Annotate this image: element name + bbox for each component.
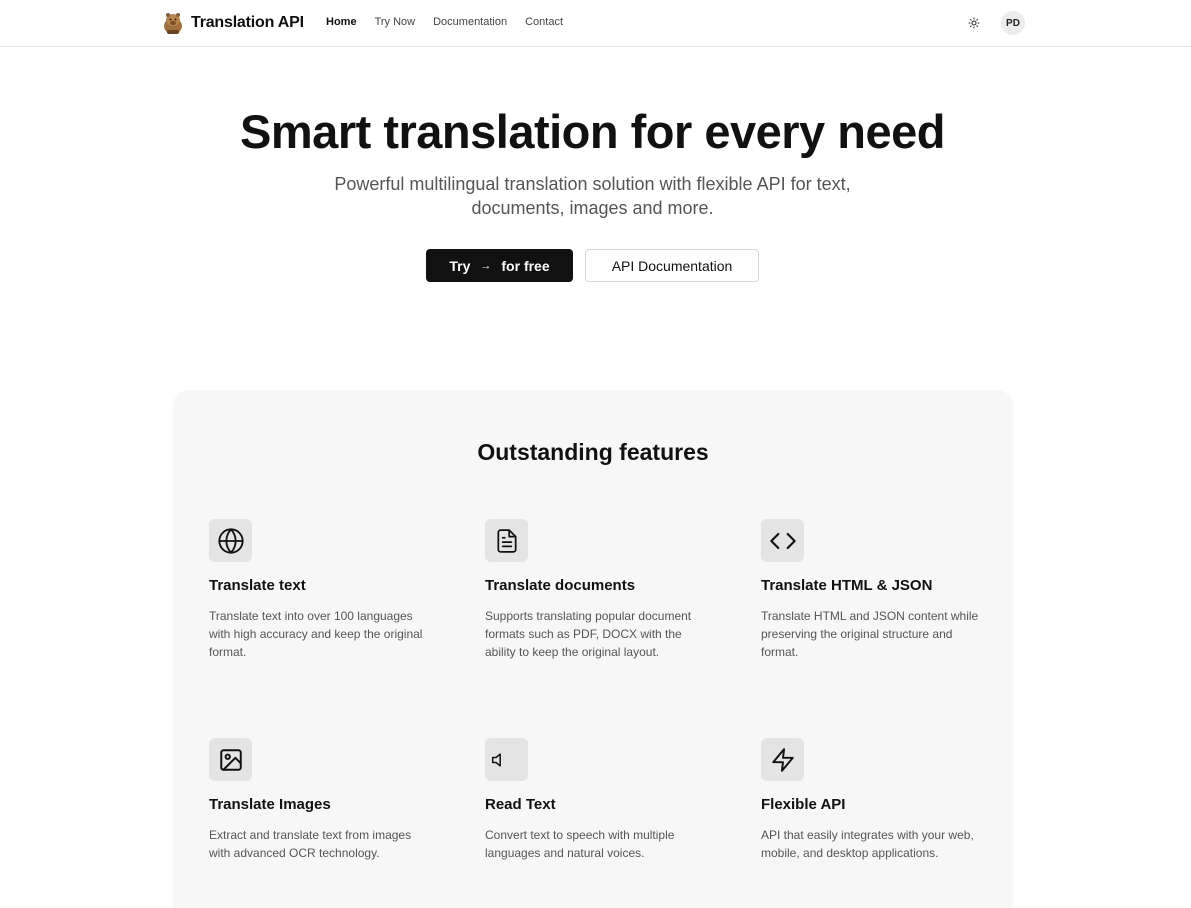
code-icon (761, 519, 804, 562)
try-label: Try (449, 257, 471, 274)
feature-title: Translate documents (485, 577, 636, 594)
lightning-icon (761, 738, 804, 781)
capybara-logo-icon[interactable] (162, 11, 184, 35)
feature-description: Convert text to speech with multiple lan… (485, 828, 675, 860)
feature-title: Read Text (485, 796, 556, 813)
top-navbar: Translation API Home Try Now Documentati… (0, 0, 1191, 47)
globe-icon (209, 519, 252, 562)
feature-description: Translate text into over 100 languages w… (209, 609, 423, 659)
try-for-free-button[interactable]: Try → for free (426, 249, 573, 282)
feature-title: Translate HTML & JSON (761, 577, 933, 594)
feature-card-flexible-api: Flexible API API that easily integrates … (761, 738, 986, 862)
feature-card-translate-documents: Translate documents Supports translating… (485, 519, 710, 661)
api-documentation-button[interactable]: API Documentation (585, 249, 759, 282)
feature-card-translate-text: Translate text Translate text into over … (209, 519, 434, 661)
feature-description: API that easily integrates with your web… (761, 828, 974, 860)
arrow-right-icon: → (480, 259, 492, 272)
feature-card-read-text: Read Text Convert text to speech with mu… (485, 738, 710, 862)
feature-title: Translate text (209, 577, 306, 594)
nav-try-now[interactable]: Try Now (375, 16, 416, 28)
features-title: Outstanding features (477, 439, 709, 465)
image-icon (209, 738, 252, 781)
hero-subtitle: Powerful multilingual translation soluti… (334, 174, 851, 218)
document-icon (485, 519, 528, 562)
feature-description: Translate HTML and JSON content while pr… (761, 609, 979, 659)
feature-card-translate-images: Translate Images Extract and translate t… (209, 738, 434, 862)
user-avatar[interactable]: PD (1001, 11, 1025, 35)
nav-contact[interactable]: Contact (525, 16, 563, 28)
features-panel: Outstanding features Translate text Tran… (173, 390, 1013, 908)
speaker-icon (485, 738, 528, 781)
feature-description: Supports translating popular document fo… (485, 609, 692, 659)
nav-home[interactable]: Home (326, 16, 357, 28)
feature-description: Extract and translate text from images w… (209, 828, 412, 860)
feature-title: Translate Images (209, 796, 331, 813)
sun-icon (968, 17, 980, 29)
nav-documentation[interactable]: Documentation (433, 16, 507, 28)
feature-card-translate-html-json: Translate HTML & JSON Translate HTML and… (761, 519, 986, 661)
main-nav: Home Try Now Documentation Contact (326, 16, 581, 28)
feature-title: Flexible API (761, 796, 846, 813)
for-free-label: for free (501, 257, 550, 274)
brand-name[interactable]: Translation API (191, 14, 304, 32)
hero-title: Smart translation for every need (240, 105, 945, 158)
theme-toggle-button[interactable] (962, 11, 986, 35)
